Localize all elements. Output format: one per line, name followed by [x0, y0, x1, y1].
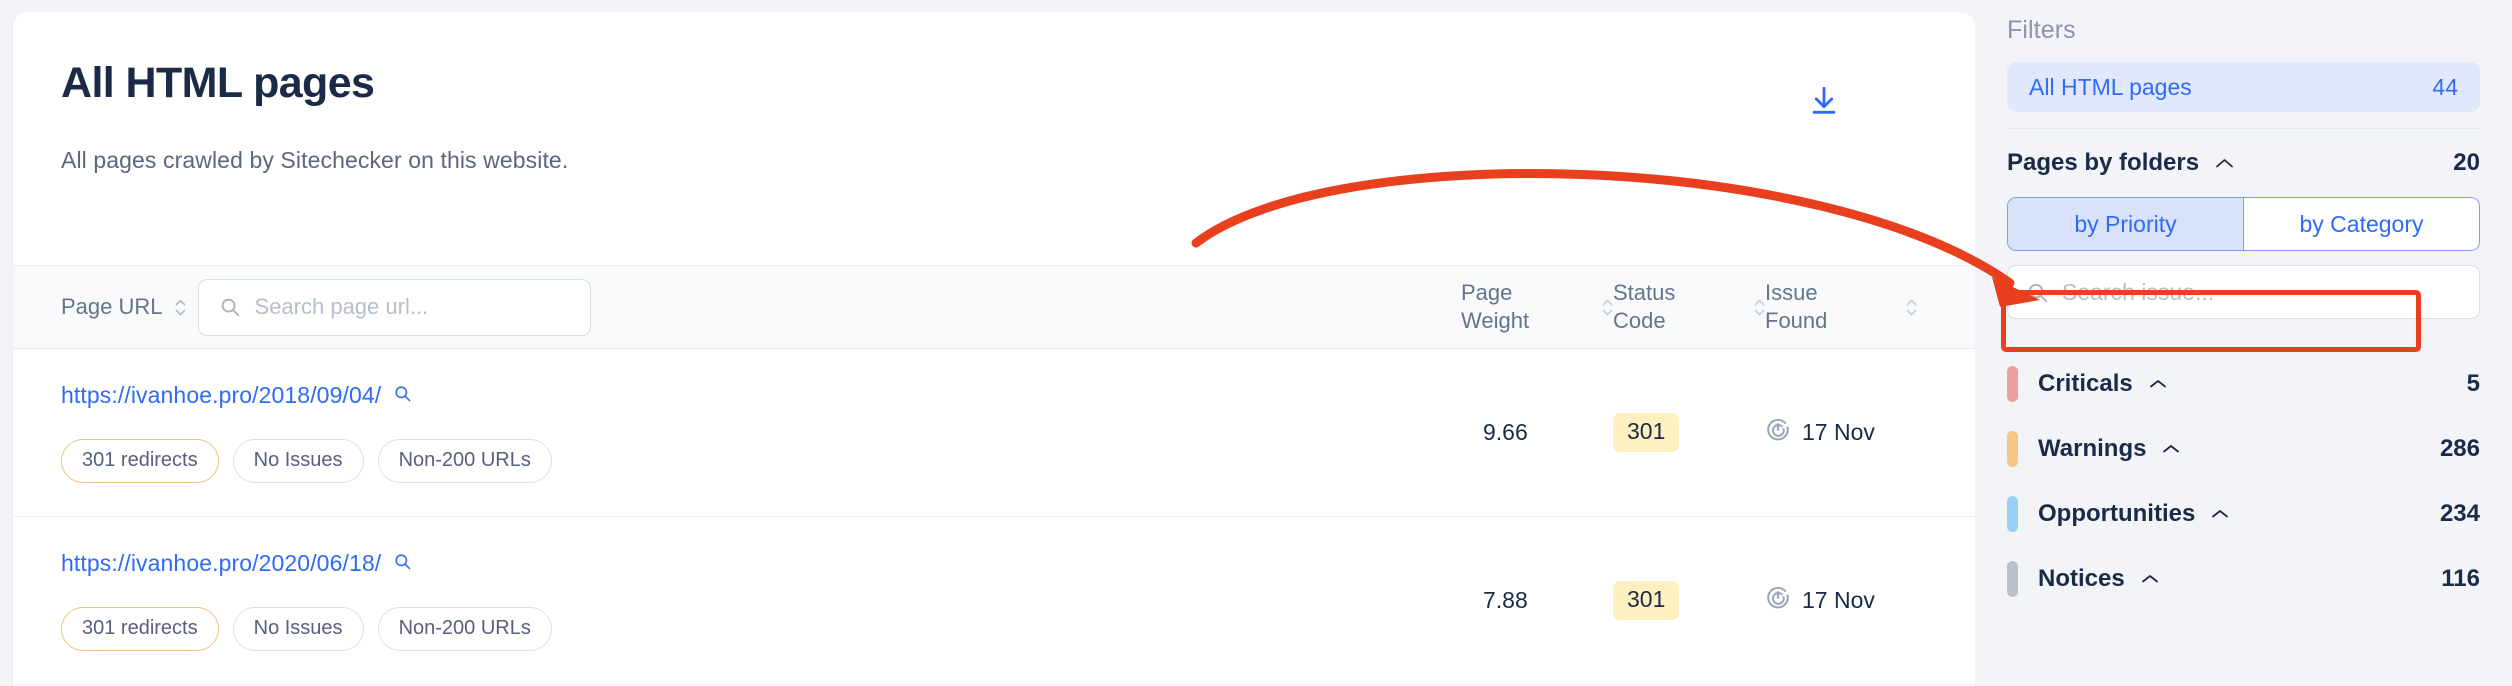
cell-page-weight: 7.88	[1483, 587, 1528, 613]
filter-item-all-html-pages-count: 44	[2432, 73, 2458, 100]
cell-page-weight: 9.66	[1483, 419, 1528, 445]
tag-chip[interactable]: No Issues	[232, 439, 364, 483]
tag-chip[interactable]: 301 redirects	[61, 607, 219, 651]
tag-chip[interactable]: No Issues	[232, 607, 364, 651]
priority-color-bar	[2007, 495, 2018, 532]
table-header-row: Page URL Page Weight	[13, 265, 1975, 349]
all-html-pages-card: All HTML pages All pages crawled by Site…	[13, 12, 1975, 686]
search-icon	[221, 298, 239, 317]
cell-issue-found: 17 Nov	[1765, 585, 1917, 617]
column-header-page-url-label: Page URL	[61, 293, 163, 319]
status-badge: 301	[1613, 413, 1680, 452]
card-header: All HTML pages All pages crawled by Site…	[13, 12, 1975, 265]
sort-icon[interactable]	[175, 299, 186, 316]
priority-list: Criticals 5 Warnings 286 Opportunities 2…	[2007, 351, 2480, 611]
search-page-url-input[interactable]	[254, 294, 555, 320]
filters-title: Filters	[2007, 16, 2076, 44]
chevron-up-icon[interactable]	[2211, 509, 2229, 519]
sort-icon[interactable]	[1754, 299, 1765, 316]
column-header-page-weight-label: Page Weight	[1461, 279, 1530, 333]
table-row[interactable]: https://ivanhoe.pro/2020/06/18/ 301 redi…	[13, 517, 1975, 685]
tag-chip[interactable]: Non-200 URLs	[377, 607, 552, 651]
page-url-link[interactable]: https://ivanhoe.pro/2020/06/18/	[61, 550, 381, 577]
priority-color-bar	[2007, 560, 2018, 597]
sort-icon[interactable]	[1906, 299, 1917, 316]
toggle-by-priority[interactable]: by Priority	[2008, 198, 2243, 250]
priority-item-warnings-label: Warnings	[2038, 434, 2147, 462]
pages-by-folders-label: Pages by folders	[2007, 149, 2200, 176]
column-header-issue-found[interactable]: Issue Found	[1765, 279, 1917, 335]
priority-item-opportunities-label: Opportunities	[2038, 499, 2196, 527]
search-icon	[2028, 283, 2048, 302]
column-header-page-weight[interactable]: Page Weight	[1461, 279, 1613, 335]
cell-page-url: https://ivanhoe.pro/2018/09/04/ 301 redi…	[61, 354, 1461, 511]
chevron-up-icon[interactable]	[2162, 444, 2180, 454]
search-issue-input[interactable]	[2062, 278, 2412, 306]
pages-by-folders-section[interactable]: Pages by folders 20	[2007, 135, 2480, 191]
table-row[interactable]: https://ivanhoe.pro/2018/09/04/ 301 redi…	[13, 349, 1975, 517]
magnifier-icon[interactable]	[393, 552, 412, 576]
priority-item-criticals[interactable]: Criticals 5	[2007, 351, 2480, 416]
page-subtitle: All pages crawled by Sitechecker on this…	[61, 147, 569, 174]
radar-icon	[1765, 417, 1791, 449]
pages-by-folders-count: 20	[2453, 149, 2480, 176]
page-url-link[interactable]: https://ivanhoe.pro/2018/09/04/	[61, 382, 381, 409]
priority-item-opportunities-count: 234	[2439, 499, 2480, 527]
priority-item-notices-label: Notices	[2038, 564, 2125, 592]
priority-item-criticals-label: Criticals	[2038, 369, 2133, 397]
chevron-up-icon[interactable]	[2141, 574, 2159, 584]
sidebar-divider	[2007, 128, 2480, 129]
priority-color-bar	[2007, 365, 2018, 402]
tag-chip[interactable]: 301 redirects	[61, 439, 219, 483]
issue-found-date: 17 Nov	[1802, 587, 1875, 613]
filters-sidebar: Filters All HTML pages 44 Pages by folde…	[1975, 0, 2512, 686]
tag-list: 301 redirects No Issues Non-200 URLs	[61, 607, 1461, 651]
cell-status-code: 301	[1613, 581, 1765, 620]
page-title: All HTML pages	[61, 59, 375, 107]
chevron-up-icon[interactable]	[2215, 158, 2234, 169]
column-header-page-url[interactable]: Page URL	[61, 278, 1461, 336]
chevron-up-icon[interactable]	[2149, 379, 2167, 389]
priority-item-opportunities[interactable]: Opportunities 234	[2007, 481, 2480, 546]
filter-item-all-html-pages-label: All HTML pages	[2029, 73, 2192, 100]
priority-item-notices-count: 116	[2441, 564, 2480, 592]
search-issue-box[interactable]	[2007, 265, 2480, 319]
sort-icon[interactable]	[1602, 299, 1613, 316]
column-header-status-code-label: Status Code	[1613, 279, 1676, 333]
cell-status-code: 301	[1613, 413, 1765, 452]
column-header-status-code[interactable]: Status Code	[1613, 279, 1765, 335]
issue-found-date: 17 Nov	[1802, 419, 1875, 445]
priority-item-warnings[interactable]: Warnings 286	[2007, 416, 2480, 481]
folders-view-toggle: by Priority by Category	[2007, 197, 2480, 251]
priority-item-warnings-count: 286	[2439, 434, 2480, 462]
tag-chip[interactable]: Non-200 URLs	[377, 439, 552, 483]
download-icon[interactable]	[1801, 78, 1847, 124]
main-panel: All HTML pages All pages crawled by Site…	[0, 0, 1975, 686]
status-badge: 301	[1613, 581, 1680, 620]
app-root: All HTML pages All pages crawled by Site…	[0, 0, 2512, 686]
toggle-by-category[interactable]: by Category	[2243, 198, 2479, 250]
pages-table: Page URL Page Weight	[13, 265, 1975, 685]
radar-icon	[1765, 585, 1791, 617]
cell-issue-found: 17 Nov	[1765, 417, 1917, 449]
column-header-issue-found-label: Issue Found	[1765, 279, 1828, 333]
tag-list: 301 redirects No Issues Non-200 URLs	[61, 439, 1461, 483]
priority-color-bar	[2007, 430, 2018, 467]
cell-page-url: https://ivanhoe.pro/2020/06/18/ 301 redi…	[61, 522, 1461, 679]
priority-item-notices[interactable]: Notices 116	[2007, 546, 2480, 611]
search-page-url-box[interactable]	[197, 278, 591, 336]
magnifier-icon[interactable]	[393, 384, 412, 408]
filter-item-all-html-pages[interactable]: All HTML pages 44	[2007, 62, 2480, 112]
priority-item-criticals-count: 5	[2466, 369, 2480, 397]
